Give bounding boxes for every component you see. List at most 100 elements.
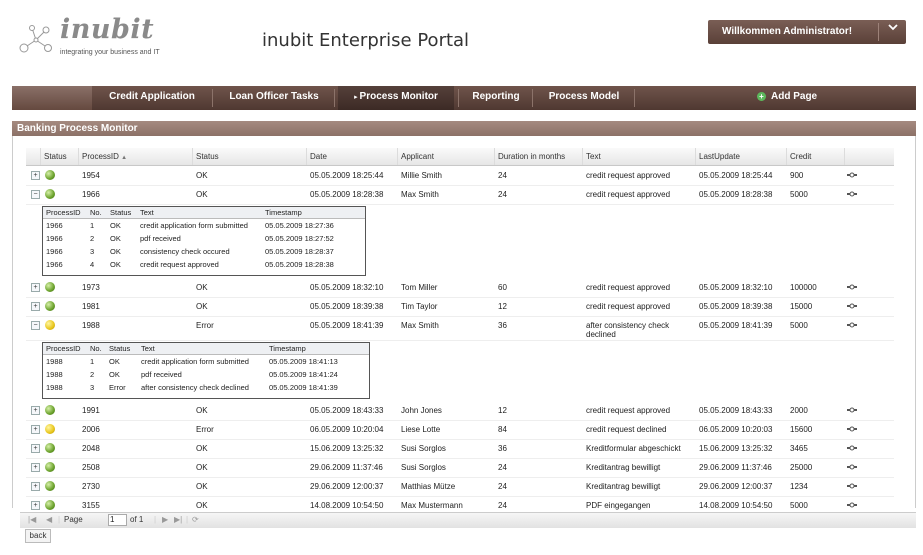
logo-wordmark: inubit [60, 14, 155, 45]
expand-icon[interactable]: + [31, 283, 40, 292]
cell-pid: 1973 [82, 283, 100, 292]
nav-item-loan-officer-tasks[interactable]: Loan Officer Tasks [218, 86, 330, 110]
prev-page-button[interactable]: ◀ [46, 515, 52, 524]
column-header-text[interactable]: Text [586, 152, 601, 161]
column-header-status[interactable]: Status [196, 152, 219, 161]
expand-icon[interactable]: + [31, 425, 40, 434]
expand-icon[interactable]: + [31, 501, 40, 510]
row-action-icon[interactable] [847, 322, 857, 330]
first-page-button[interactable]: |◀ [28, 515, 36, 524]
add-page-label: Add Page [771, 91, 818, 102]
cell-status: Error [196, 425, 214, 434]
row-action-icon[interactable] [847, 483, 857, 491]
table-row[interactable]: +1973 OK 05.05.2009 18:32:10 Tom Miller 60 cr… [26, 278, 894, 298]
cell-pid: 2006 [82, 425, 100, 434]
divider [40, 148, 41, 165]
expand-icon[interactable]: + [31, 444, 40, 453]
status-light-icon [45, 320, 55, 330]
table-row[interactable]: − 1966 OK 05.05.2009 18:28:38 Max Smith 24 cre… [26, 185, 894, 205]
cell-credit: 1234 [790, 482, 808, 491]
detail-cell: credit application form submitted [141, 357, 249, 366]
column-header-date[interactable]: Date [310, 152, 327, 161]
expand-icon[interactable]: + [31, 302, 40, 311]
cell-duration: 24 [498, 190, 507, 199]
logo-tagline: integrating your business and IT [60, 49, 160, 56]
refresh-icon[interactable]: ⟳ [192, 515, 199, 524]
row-action-icon[interactable] [847, 445, 857, 453]
cell-duration: 24 [498, 463, 507, 472]
back-button[interactable]: back [25, 529, 51, 543]
row-action-icon[interactable] [847, 426, 857, 434]
detail-cell: 1966 [46, 221, 63, 230]
cell-date: 05.05.2009 18:25:44 [310, 171, 384, 180]
cell-date: 05.05.2009 18:39:38 [310, 302, 384, 311]
column-header-processid[interactable]: ProcessID ▲ [82, 152, 127, 161]
row-action-icon[interactable] [847, 303, 857, 311]
chevron-down-icon[interactable] [888, 24, 898, 35]
page-label: Page [64, 515, 83, 524]
cell-text: Kreditformular abgeschickt [586, 444, 681, 453]
row-action-icon[interactable] [847, 407, 857, 415]
cell-updated: 05.05.2009 18:41:39 [699, 321, 773, 330]
row-action-icon[interactable] [847, 502, 857, 510]
table-row[interactable]: +2006 Error 06.05.2009 10:20:04 Liese Lotte… [26, 420, 894, 440]
add-page-button[interactable]: + Add Page [757, 86, 817, 110]
expand-icon[interactable]: + [31, 171, 40, 180]
user-menu[interactable]: Willkommen Administrator! [708, 20, 906, 44]
divider [532, 89, 533, 107]
table-row[interactable]: +1981 OK 05.05.2009 18:39:38 Tim Taylor 12 cr… [26, 297, 894, 317]
cell-credit: 15600 [790, 425, 813, 434]
detail-cell: credit request approved [140, 260, 219, 269]
nav-item-process-monitor[interactable]: ▸ Process Monitor [338, 86, 454, 110]
table-row[interactable]: +2048 OK 15.06.2009 13:25:32 Susi Sorglos 36… [26, 439, 894, 459]
table-row[interactable]: − 1988 Error 05.05.2009 18:41:39 Max Smith 36… [26, 316, 894, 341]
cell-date: 05.05.2009 18:43:33 [310, 406, 384, 415]
column-header-credit[interactable]: Credit [790, 152, 811, 161]
cell-applicant: Max Smith [401, 321, 439, 330]
process-detail-table: ProcessID No. Status Text Timestamp 1988 1 OK cr… [42, 342, 370, 399]
nav-item-process-model[interactable]: Process Model [538, 86, 630, 110]
column-header-lastupdate[interactable]: LastUpdate [699, 152, 740, 161]
next-page-button[interactable]: ▶ [162, 515, 168, 524]
cell-updated: 14.08.2009 10:54:50 [699, 501, 773, 510]
detail-column-header: ProcessID [46, 344, 81, 353]
page-number-input[interactable]: 1 [108, 514, 127, 526]
detail-cell: pdf received [141, 370, 182, 379]
last-page-button[interactable]: ▶| [174, 515, 182, 524]
nav-left-cap [12, 86, 92, 110]
row-action-icon[interactable] [847, 284, 857, 292]
expand-icon[interactable]: + [31, 482, 40, 491]
cell-credit: 3465 [790, 444, 808, 453]
status-light-icon [45, 282, 55, 292]
cell-credit: 2000 [790, 406, 808, 415]
cell-date: 06.05.2009 10:20:04 [310, 425, 384, 434]
expand-icon[interactable]: + [31, 463, 40, 472]
divider [212, 89, 213, 107]
collapse-icon[interactable]: − [31, 321, 40, 330]
collapse-icon[interactable]: − [31, 190, 40, 199]
table-row[interactable]: +1954 OK 05.05.2009 18:25:44 Millie Smith 24… [26, 166, 894, 186]
divider: | [186, 515, 189, 524]
table-row[interactable]: +1991 OK 05.05.2009 18:43:33 John Jones 12 cr… [26, 401, 894, 421]
expand-icon[interactable]: + [31, 406, 40, 415]
row-action-icon[interactable] [847, 172, 857, 180]
table-row[interactable]: +2730 OK 29.06.2009 12:00:37 Matthias Mütze… [26, 477, 894, 497]
cell-pid: 2048 [82, 444, 100, 453]
table-row[interactable]: +2508 OK 29.06.2009 11:37:46 Susi Sorglos 24… [26, 458, 894, 478]
column-header-duration[interactable]: Duration in months [498, 152, 565, 161]
row-action-icon[interactable] [847, 464, 857, 472]
cell-updated: 29.06.2009 11:37:46 [699, 463, 772, 472]
cell-updated: 29.06.2009 12:00:37 [699, 482, 773, 491]
divider [306, 148, 307, 165]
column-header-status-light[interactable]: Status [44, 152, 67, 161]
status-light-icon [45, 500, 55, 510]
cell-text: credit request approved [586, 283, 671, 292]
nav-item-reporting[interactable]: Reporting [464, 86, 528, 110]
detail-cell: 2 [90, 370, 95, 379]
cell-status: OK [196, 463, 208, 472]
row-action-icon[interactable] [847, 191, 857, 199]
nav-item-credit-application[interactable]: Credit Application [97, 86, 207, 110]
nav-label: Credit Application [109, 91, 195, 102]
column-header-applicant[interactable]: Applicant [401, 152, 434, 161]
inubit-logo[interactable]: inubit integrating your business and IT [14, 14, 214, 64]
